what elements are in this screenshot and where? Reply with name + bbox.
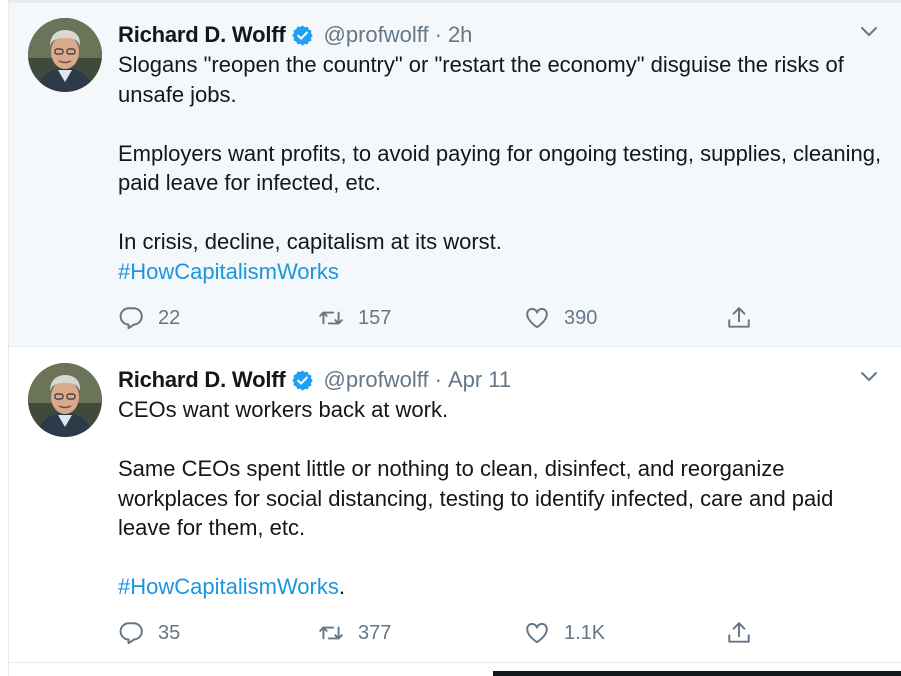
- avatar[interactable]: [28, 18, 102, 92]
- like-count: 1.1K: [564, 621, 606, 644]
- reply-button[interactable]: 35: [118, 618, 180, 648]
- tweet-actions: 35 377 1.1K: [118, 618, 768, 648]
- avatar[interactable]: [28, 363, 102, 437]
- verified-badge-icon: [291, 369, 313, 391]
- tweet-paragraph: Employers want profits, to avoid paying …: [118, 140, 882, 196]
- tweet-paragraph: CEOs want workers back at work.: [118, 397, 449, 422]
- share-button[interactable]: [726, 618, 752, 648]
- tweet-paragraph: Same CEOs spent little or nothing to cle…: [118, 456, 834, 540]
- like-count: 390: [564, 306, 598, 329]
- share-icon: [728, 307, 750, 328]
- tweet-paragraph: Slogans "reopen the country" or "restart…: [118, 52, 844, 107]
- share-icon: [728, 622, 750, 643]
- like-button[interactable]: 1.1K: [524, 618, 605, 648]
- retweet-count: 377: [358, 621, 392, 644]
- chevron-down-icon[interactable]: [859, 25, 879, 39]
- share-button[interactable]: [726, 303, 752, 333]
- author-name[interactable]: Richard D. Wolff: [118, 22, 286, 48]
- tweet-timestamp[interactable]: 2h: [448, 22, 472, 48]
- verified-badge-icon: [291, 24, 313, 46]
- hashtag-suffix: .: [338, 574, 345, 599]
- tweet-header: Richard D. Wolff @profwolff · 2h: [118, 21, 472, 49]
- retweet-icon: [319, 311, 343, 325]
- tweet[interactable]: Richard D. Wolff @profwolff · 2h Slogans…: [9, 3, 901, 347]
- hashtag-link[interactable]: #HowCapitalismWorks: [118, 574, 339, 599]
- tweet-text: Slogans "reopen the country" or "restart…: [118, 50, 888, 286]
- author-handle[interactable]: @profwolff: [324, 22, 429, 48]
- tweet-timestamp[interactable]: Apr 11: [448, 367, 511, 393]
- separator-dot: ·: [434, 367, 442, 392]
- chevron-down-icon[interactable]: [859, 370, 879, 384]
- reply-icon: [119, 307, 143, 330]
- tweet-text: CEOs want workers back at work. Same CEO…: [118, 395, 888, 602]
- retweet-icon: [319, 626, 343, 640]
- heart-icon: [526, 307, 548, 329]
- tweet-actions: 22 157 390: [118, 303, 768, 333]
- bottom-bar: [493, 671, 901, 676]
- reply-icon: [119, 622, 143, 645]
- tweet-paragraph: In crisis, decline, capitalism at its wo…: [118, 229, 502, 254]
- reply-count: 35: [158, 621, 181, 644]
- retweet-count: 157: [358, 306, 392, 329]
- like-button[interactable]: 390: [524, 303, 597, 333]
- tweet[interactable]: Richard D. Wolff @profwolff · Apr 11 CEO…: [9, 348, 901, 663]
- author-name[interactable]: Richard D. Wolff: [118, 367, 286, 393]
- separator-dot: ·: [434, 22, 442, 47]
- retweet-button[interactable]: 377: [318, 618, 391, 648]
- reply-count: 22: [158, 306, 181, 329]
- author-handle[interactable]: @profwolff: [324, 367, 429, 393]
- hashtag-link[interactable]: #HowCapitalismWorks: [118, 259, 339, 284]
- retweet-button[interactable]: 157: [318, 303, 391, 333]
- tweet-header: Richard D. Wolff @profwolff · Apr 11: [118, 366, 511, 394]
- heart-icon: [526, 622, 548, 644]
- reply-button[interactable]: 22: [118, 303, 180, 333]
